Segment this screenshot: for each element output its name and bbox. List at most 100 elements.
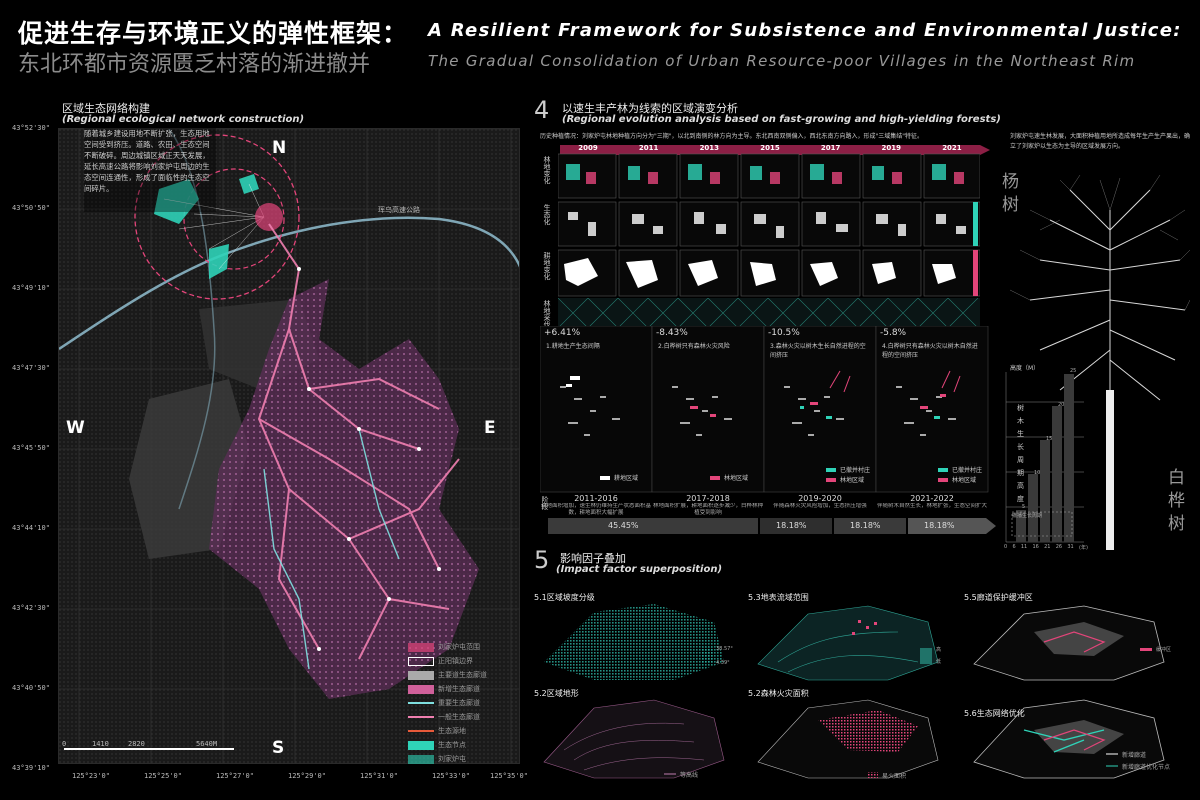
legend-swatch bbox=[408, 716, 434, 718]
lon-label: 125°35'0" bbox=[490, 772, 528, 780]
factor-terrain: 5.2区域地形 等高线 bbox=[534, 689, 739, 786]
scale-bar bbox=[64, 748, 234, 750]
height-tick: 25 bbox=[1070, 368, 1077, 374]
percent-value: 18.18% bbox=[776, 521, 807, 530]
legend-forest: 林地区域 bbox=[724, 475, 749, 482]
period-label: 2019-2020 bbox=[798, 494, 842, 503]
title-en: A Resilient Framework for Subsistence an… bbox=[428, 20, 1182, 41]
height-tick: 10 bbox=[1034, 470, 1041, 476]
lat-label: 43°50'50" bbox=[12, 204, 50, 212]
stage-title: 3.森林火灾以树木生长自然进程的空间挤压 bbox=[770, 343, 866, 359]
year-label: 2009 bbox=[578, 144, 598, 152]
west-label: W bbox=[66, 418, 85, 438]
period-label: 2011-2016 bbox=[574, 494, 618, 503]
stage-title: 1.耕地生产生态间隔 bbox=[546, 343, 600, 350]
legend-label: 生态节点 bbox=[438, 740, 466, 749]
year-label: 2013 bbox=[699, 144, 720, 152]
year-label: 2011 bbox=[638, 144, 659, 152]
year-row: 2009 2011 2013 2015 2017 2019 2021 bbox=[560, 144, 980, 152]
stage-percent: -8.43% bbox=[656, 328, 688, 338]
lat-label: 43°47'30" bbox=[12, 364, 50, 372]
age-tick: 11 bbox=[1020, 544, 1028, 550]
lat-label: 43°49'10" bbox=[12, 284, 50, 292]
section-4-title-en: (Regional evolution analysis based on fa… bbox=[562, 114, 1001, 125]
age-tick: 21 bbox=[1044, 544, 1051, 550]
height-axis-label: 树木生长周期高度 bbox=[1017, 404, 1024, 503]
map-legend: 刘家炉屯范围 正阳镇边界 主要道生态廊道 新增生态廊道 重要生态廊道 一般生态廊… bbox=[408, 640, 518, 766]
period-cell: 2019-2020 伴随森林火灾风险增加，生态挤压增强 bbox=[764, 494, 876, 517]
growth-annotation: 撒播生长周期 bbox=[1012, 513, 1043, 519]
age-unit: (年) bbox=[1079, 545, 1088, 551]
section-4-number: 4 bbox=[534, 96, 550, 124]
legend-merged: 已撤并村庄 bbox=[840, 467, 871, 474]
north-label: N bbox=[272, 138, 287, 158]
legend-forest: 林地区域 bbox=[952, 477, 977, 484]
growth-chart bbox=[1000, 362, 1090, 552]
stage-title: 4.白桦树只有森林火灾以树木自然进程的空间挤压 bbox=[882, 343, 978, 359]
legend-forest: 林地区域 bbox=[840, 477, 865, 484]
legend-label: 一般生态廊道 bbox=[438, 712, 480, 721]
period-label: 2017-2018 bbox=[686, 494, 730, 503]
row-label: 林地变化 bbox=[543, 156, 551, 184]
factor-title: 5.5廊道保护缓冲区 bbox=[964, 593, 1033, 602]
period-note: 伴随森林火灾风险增加，生态挤压增强 bbox=[773, 503, 867, 509]
period-cell: 2011-2016 耕地面积增加，速生林仍维持生产状态面积基数，耕地面积大幅扩展 bbox=[540, 494, 652, 517]
stage-title: 2.白桦树只有森林火灾风险 bbox=[658, 343, 730, 350]
map-section-title-en: (Regional ecological network constructio… bbox=[62, 114, 305, 125]
flow-high: 高 bbox=[936, 647, 942, 653]
year-label: 2021 bbox=[942, 144, 962, 152]
legend-swatch bbox=[408, 730, 434, 732]
period-note: 伴随树木自然生长，林地扩张，生态空间扩大 bbox=[876, 503, 987, 509]
subtitle-cn: 东北环都市资源匮乏村落的渐进撤并 bbox=[18, 52, 371, 77]
scale-label: 1410 bbox=[92, 740, 109, 748]
percent-value: 18.18% bbox=[924, 521, 955, 530]
height-tick: 20 bbox=[1058, 402, 1065, 408]
period-row: 2011-2016 耕地面积增加，速生林仍维持生产状态面积基数，耕地面积大幅扩展… bbox=[540, 494, 990, 517]
year-label: 2017 bbox=[820, 144, 841, 152]
flow-low: 低 bbox=[936, 659, 942, 665]
lon-label: 125°33'0" bbox=[432, 772, 470, 780]
right-note: 刘家炉屯速生林发展，大面积种植用地所造成每年生产生产果出，确立了刘家炉以生态为主… bbox=[1010, 133, 1191, 150]
factor-buffer: 5.5廊道保护缓冲区 缓冲区 bbox=[964, 592, 1194, 684]
year-label: 2015 bbox=[760, 144, 780, 152]
legend-merged: 已撤并村庄 bbox=[952, 467, 983, 474]
scale-label: 2820 bbox=[128, 740, 145, 748]
legend-label: 主要道生态廊道 bbox=[438, 670, 487, 679]
legend-swatch bbox=[408, 684, 434, 694]
lon-label: 125°29'0" bbox=[288, 772, 326, 780]
legend-label: 生态源地 bbox=[438, 726, 466, 735]
factor-title: 5.6生态网络优化 bbox=[964, 709, 1025, 718]
slope-max: 38.57° bbox=[716, 646, 733, 652]
slope-min: 4.39° bbox=[716, 660, 730, 666]
lon-label: 125°23'0" bbox=[72, 772, 110, 780]
age-tick: 0 bbox=[1004, 544, 1008, 550]
period-cell: 2021-2022 伴随树木自然生长，林地扩张，生态空间扩大 bbox=[876, 494, 988, 517]
evolution-grid bbox=[557, 152, 981, 298]
legend-optimized: 新增廊道优化节点 bbox=[1122, 764, 1171, 771]
lat-label: 43°44'10" bbox=[12, 524, 50, 532]
legend-swatch bbox=[408, 740, 434, 750]
legend-swatch bbox=[408, 642, 434, 652]
period-note: 耕地面积增加，速生林仍维持生产状态面积基数，耕地面积大幅扩展 bbox=[540, 503, 651, 516]
stage-percent: -10.5% bbox=[768, 328, 800, 338]
stage-percent: +6.41% bbox=[544, 328, 581, 338]
age-tick: 16 bbox=[1032, 544, 1039, 550]
section-5-title-en: (Impact factor superposition) bbox=[556, 564, 723, 575]
lon-label: 125°31'0" bbox=[360, 772, 398, 780]
legend-label: 正阳镇边界 bbox=[438, 656, 473, 665]
lon-label: 125°27'0" bbox=[216, 772, 254, 780]
row-label: 生态化 bbox=[543, 204, 551, 225]
east-label: E bbox=[484, 418, 496, 438]
legend-label: 重要生态廊道 bbox=[438, 698, 480, 707]
scale-label: 5640M bbox=[196, 740, 218, 748]
factor-title: 5.1区域坡度分级 bbox=[534, 593, 595, 602]
legend-label: 新增生态廊道 bbox=[438, 684, 480, 693]
period-note: 林地面积扩展，耕地面积逐步减少，白桦林种植受到影响 bbox=[652, 503, 763, 516]
factor-slope: 5.1区域坡度分级 38.57° 4.39° bbox=[534, 592, 739, 684]
row-label: 耕地变化 bbox=[543, 252, 551, 280]
factor-fire: 5.2森林火灾面积 易火面积 bbox=[748, 689, 958, 786]
percent-value: 18.18% bbox=[850, 521, 881, 530]
legend-swatch bbox=[408, 702, 434, 704]
age-tick: 6 bbox=[1012, 544, 1016, 550]
age-axis: 0 6 11 16 21 26 31 (年) bbox=[1004, 544, 1088, 551]
